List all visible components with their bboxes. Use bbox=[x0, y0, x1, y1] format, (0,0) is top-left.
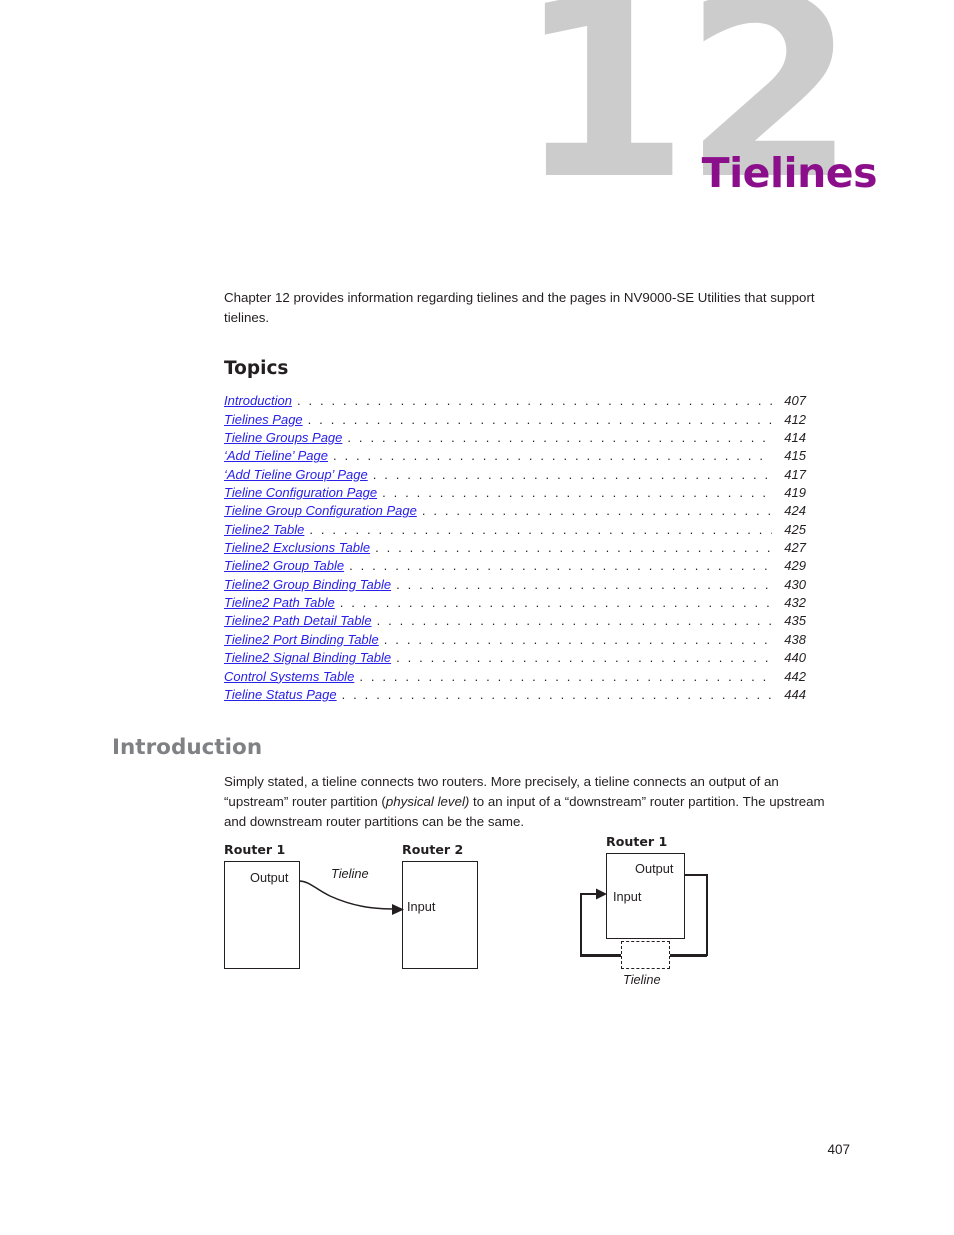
chapter-title: Tielines bbox=[701, 149, 878, 197]
toc-entry: Tieline Groups Page . . . . . . . . . . .… bbox=[224, 427, 806, 445]
toc-entry: Tieline Group Configuration Page . . . . … bbox=[224, 500, 806, 518]
toc-page-number: 414 bbox=[784, 430, 806, 446]
figure-right-wire-left-vertical bbox=[580, 894, 582, 956]
toc-link[interactable]: Control Systems Table bbox=[224, 669, 354, 684]
toc-link[interactable]: Tieline2 Path Table bbox=[224, 595, 335, 610]
toc-entry: ‘Add Tieline’ Page . . . . . . . . . . . … bbox=[224, 445, 806, 463]
toc-page-number: 440 bbox=[784, 650, 806, 666]
introduction-text-emphasis: physical level) bbox=[385, 794, 470, 810]
toc-entry: Tieline2 Group Binding Table . . . . . . … bbox=[224, 573, 806, 592]
toc-leader-dots: . . . . . . . . . . . . . . . . . . . . … bbox=[341, 687, 772, 701]
toc-link[interactable]: Tieline2 Path Detail Table bbox=[224, 613, 372, 628]
toc-page-number: 419 bbox=[784, 485, 806, 501]
toc-page-number: 407 bbox=[784, 393, 806, 409]
toc-leader-dots: . . . . . . . . . . . . . . . . . . . . … bbox=[349, 559, 772, 573]
toc-link[interactable]: Tieline2 Port Binding Table bbox=[224, 632, 379, 647]
figure-right-output-label: Output bbox=[635, 861, 674, 876]
figure-right-router1-box bbox=[606, 853, 685, 939]
section-heading-introduction: Introduction bbox=[112, 735, 263, 760]
toc-link[interactable]: Tieline2 Group Table bbox=[224, 558, 344, 573]
toc-link[interactable]: Tieline Status Page bbox=[224, 687, 337, 702]
toc-link[interactable]: ‘Add Tieline Group’ Page bbox=[224, 467, 368, 482]
toc-page-number: 429 bbox=[784, 558, 806, 574]
toc-link[interactable]: Tieline2 Exclusions Table bbox=[224, 540, 370, 555]
figure-left-tieline-arrow bbox=[298, 880, 404, 915]
toc-entry: Tieline2 Exclusions Table . . . . . . . .… bbox=[224, 537, 806, 555]
toc-page-number: 444 bbox=[784, 686, 806, 702]
toc-link[interactable]: Tieline2 Signal Binding Table bbox=[224, 650, 391, 665]
toc-link[interactable]: Tieline Groups Page bbox=[224, 430, 342, 445]
figure-left-router2-box bbox=[402, 861, 478, 969]
toc-leader-dots: . . . . . . . . . . . . . . . . . . . . … bbox=[359, 669, 772, 683]
toc-page-number: 427 bbox=[784, 540, 806, 556]
figure-left-router1-box bbox=[224, 861, 300, 969]
figure-right-wire-right-vertical bbox=[706, 874, 708, 956]
toc-page-number: 424 bbox=[784, 503, 806, 519]
toc-leader-dots: . . . . . . . . . . . . . . . . . . . . … bbox=[396, 577, 772, 591]
toc-leader-dots: . . . . . . . . . . . . . . . . . . . . … bbox=[296, 394, 772, 408]
figure-left-tieline-label: Tieline bbox=[331, 866, 369, 881]
toc-entry: Control Systems Table . . . . . . . . . .… bbox=[224, 665, 806, 684]
chapter-blurb: Chapter 12 provides information regardin… bbox=[224, 290, 815, 325]
figure-right-input-label: Input bbox=[613, 889, 642, 904]
toc-page-number: 425 bbox=[784, 521, 806, 537]
introduction-paragraph: Simply stated, a tieline connects two ro… bbox=[224, 772, 838, 833]
figure-right-tieline-box bbox=[621, 941, 670, 969]
toc-link[interactable]: Tieline Group Configuration Page bbox=[224, 503, 417, 518]
toc-leader-dots: . . . . . . . . . . . . . . . . . . . . … bbox=[375, 541, 772, 555]
toc-leader-dots: . . . . . . . . . . . . . . . . . . . . … bbox=[307, 412, 772, 426]
toc-leader-dots: . . . . . . . . . . . . . . . . . . . . … bbox=[383, 632, 772, 646]
toc-entry: Tieline2 Path Detail Table . . . . . . . … bbox=[224, 610, 806, 628]
toc-leader-dots: . . . . . . . . . . . . . . . . . . . . … bbox=[347, 431, 772, 445]
toc-entry: ‘Add Tieline Group’ Page . . . . . . . . … bbox=[224, 463, 806, 482]
toc-page-number: 442 bbox=[784, 668, 806, 684]
toc-page-number: 412 bbox=[784, 411, 806, 427]
toc-entry: Tieline Configuration Page . . . . . . . … bbox=[224, 482, 806, 500]
toc-link[interactable]: Tieline Configuration Page bbox=[224, 485, 377, 500]
toc-page-number: 438 bbox=[784, 631, 806, 647]
toc-entry: Tieline Status Page . . . . . . . . . . .… bbox=[224, 684, 806, 702]
toc-leader-dots: . . . . . . . . . . . . . . . . . . . . … bbox=[332, 449, 772, 463]
toc-link[interactable]: Tielines Page bbox=[224, 412, 303, 427]
toc-leader-dots: . . . . . . . . . . . . . . . . . . . . … bbox=[376, 614, 772, 628]
toc-leader-dots: . . . . . . . . . . . . . . . . . . . . … bbox=[372, 467, 772, 481]
toc-leader-dots: . . . . . . . . . . . . . . . . . . . . … bbox=[339, 596, 772, 610]
figure-right-tieline-label: Tieline bbox=[623, 972, 661, 987]
toc-link[interactable]: Introduction bbox=[224, 393, 292, 408]
toc-page-number: 432 bbox=[784, 595, 806, 611]
figure-right-wire-bottom-left bbox=[580, 954, 622, 957]
toc-leader-dots: . . . . . . . . . . . . . . . . . . . . … bbox=[396, 651, 772, 665]
toc-leader-dots: . . . . . . . . . . . . . . . . . . . . … bbox=[382, 486, 772, 500]
figure-right-wire-output-horizontal bbox=[685, 874, 708, 876]
toc-entry: Tieline2 Port Binding Table . . . . . . .… bbox=[224, 628, 806, 647]
toc-page-number: 417 bbox=[784, 466, 806, 482]
toc-entry: Tielines Page . . . . . . . . . . . . . .… bbox=[224, 408, 806, 427]
toc-page-number: 415 bbox=[784, 448, 806, 464]
toc-entry: Tieline2 Signal Binding Table . . . . . .… bbox=[224, 647, 806, 665]
figure-right-wire-input-horizontal bbox=[580, 893, 599, 895]
toc-entry: Tieline2 Group Table . . . . . . . . . . … bbox=[224, 555, 806, 573]
toc-page-number: 435 bbox=[784, 613, 806, 629]
chapter-header: 12 Tielines bbox=[0, 0, 954, 260]
toc-entry: Introduction . . . . . . . . . . . . . . … bbox=[224, 390, 806, 408]
figure-right-input-arrowhead bbox=[596, 888, 607, 900]
toc-leader-dots: . . . . . . . . . . . . . . . . . . . . … bbox=[421, 504, 772, 518]
figure-right-wire-bottom-right bbox=[669, 954, 707, 957]
figure-right-router1-label: Router 1 bbox=[606, 834, 668, 849]
page-number: 407 bbox=[827, 1142, 850, 1157]
figure-left-output-label: Output bbox=[250, 870, 289, 885]
toc-link[interactable]: Tieline2 Group Binding Table bbox=[224, 577, 391, 592]
toc-page-number: 430 bbox=[784, 576, 806, 592]
figure-left-router2-label: Router 2 bbox=[402, 842, 464, 857]
toc-entry: Tieline2 Table . . . . . . . . . . . . . … bbox=[224, 518, 806, 537]
table-of-contents: Introduction . . . . . . . . . . . . . . … bbox=[224, 390, 806, 702]
toc-link[interactable]: Tieline2 Table bbox=[224, 522, 304, 537]
toc-link[interactable]: ‘Add Tieline’ Page bbox=[224, 448, 328, 463]
topics-heading: Topics bbox=[224, 358, 289, 379]
figure-left-router1-label: Router 1 bbox=[224, 842, 286, 857]
toc-entry: Tieline2 Path Table . . . . . . . . . . .… bbox=[224, 592, 806, 610]
figure-left-input-label: Input bbox=[407, 899, 436, 914]
toc-leader-dots: . . . . . . . . . . . . . . . . . . . . … bbox=[309, 522, 772, 536]
